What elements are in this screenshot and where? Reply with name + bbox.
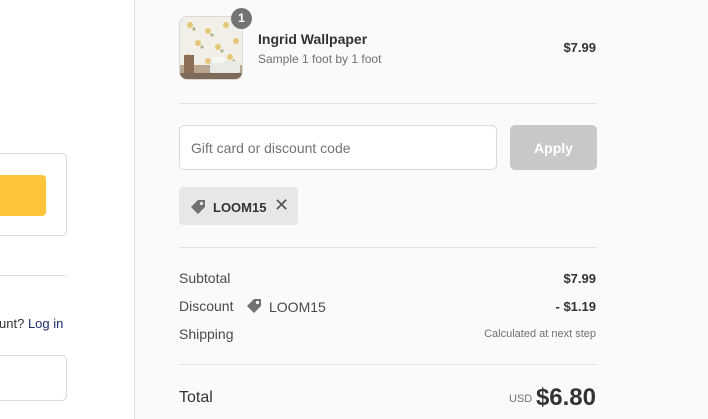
order-summary: 1 Ingrid Wallpaper Sample 1 foot by 1 fo…: [134, 0, 708, 419]
login-link[interactable]: Log in: [28, 316, 63, 331]
product-name: Ingrid Wallpaper: [258, 31, 368, 47]
quantity-badge: 1: [231, 8, 252, 29]
divider: [179, 364, 597, 365]
wallpaper-image-icon: [180, 17, 242, 79]
tag-icon: [189, 198, 207, 221]
apply-button[interactable]: Apply: [510, 125, 597, 170]
divider: [179, 103, 597, 104]
currency-code: USD: [509, 393, 533, 405]
subtotal-label: Subtotal: [179, 270, 231, 286]
discount-code: LOOM15: [269, 299, 326, 315]
applied-discount-tag: LOOM15 ✕: [179, 187, 298, 225]
email-field[interactable]: [0, 355, 67, 401]
checkout-main-column: unt? Log in: [0, 0, 134, 419]
product-price: $7.99: [563, 40, 596, 55]
total-label: Total: [179, 389, 213, 406]
account-prompt: unt? Log in: [0, 316, 63, 331]
subtotal-value: $7.99: [563, 271, 596, 286]
discount-value: - $1.19: [555, 299, 596, 314]
divider: [0, 275, 67, 276]
divider: [179, 247, 597, 248]
total-value: $6.80: [535, 384, 596, 411]
product-variant: Sample 1 foot by 1 foot: [258, 52, 382, 66]
shipping-label: Shipping: [179, 326, 234, 342]
close-icon[interactable]: ✕: [274, 196, 289, 214]
account-prompt-text: unt?: [0, 316, 25, 331]
discount-code-input[interactable]: [179, 125, 497, 170]
tag-icon: [245, 297, 263, 320]
discount-label: Discount: [179, 298, 234, 314]
product-thumbnail-wrap: 1: [179, 8, 252, 80]
applied-discount-code: LOOM15: [213, 200, 267, 215]
shipping-value: Calculated at next step: [484, 328, 596, 340]
paypal-express-button[interactable]: [0, 175, 46, 216]
